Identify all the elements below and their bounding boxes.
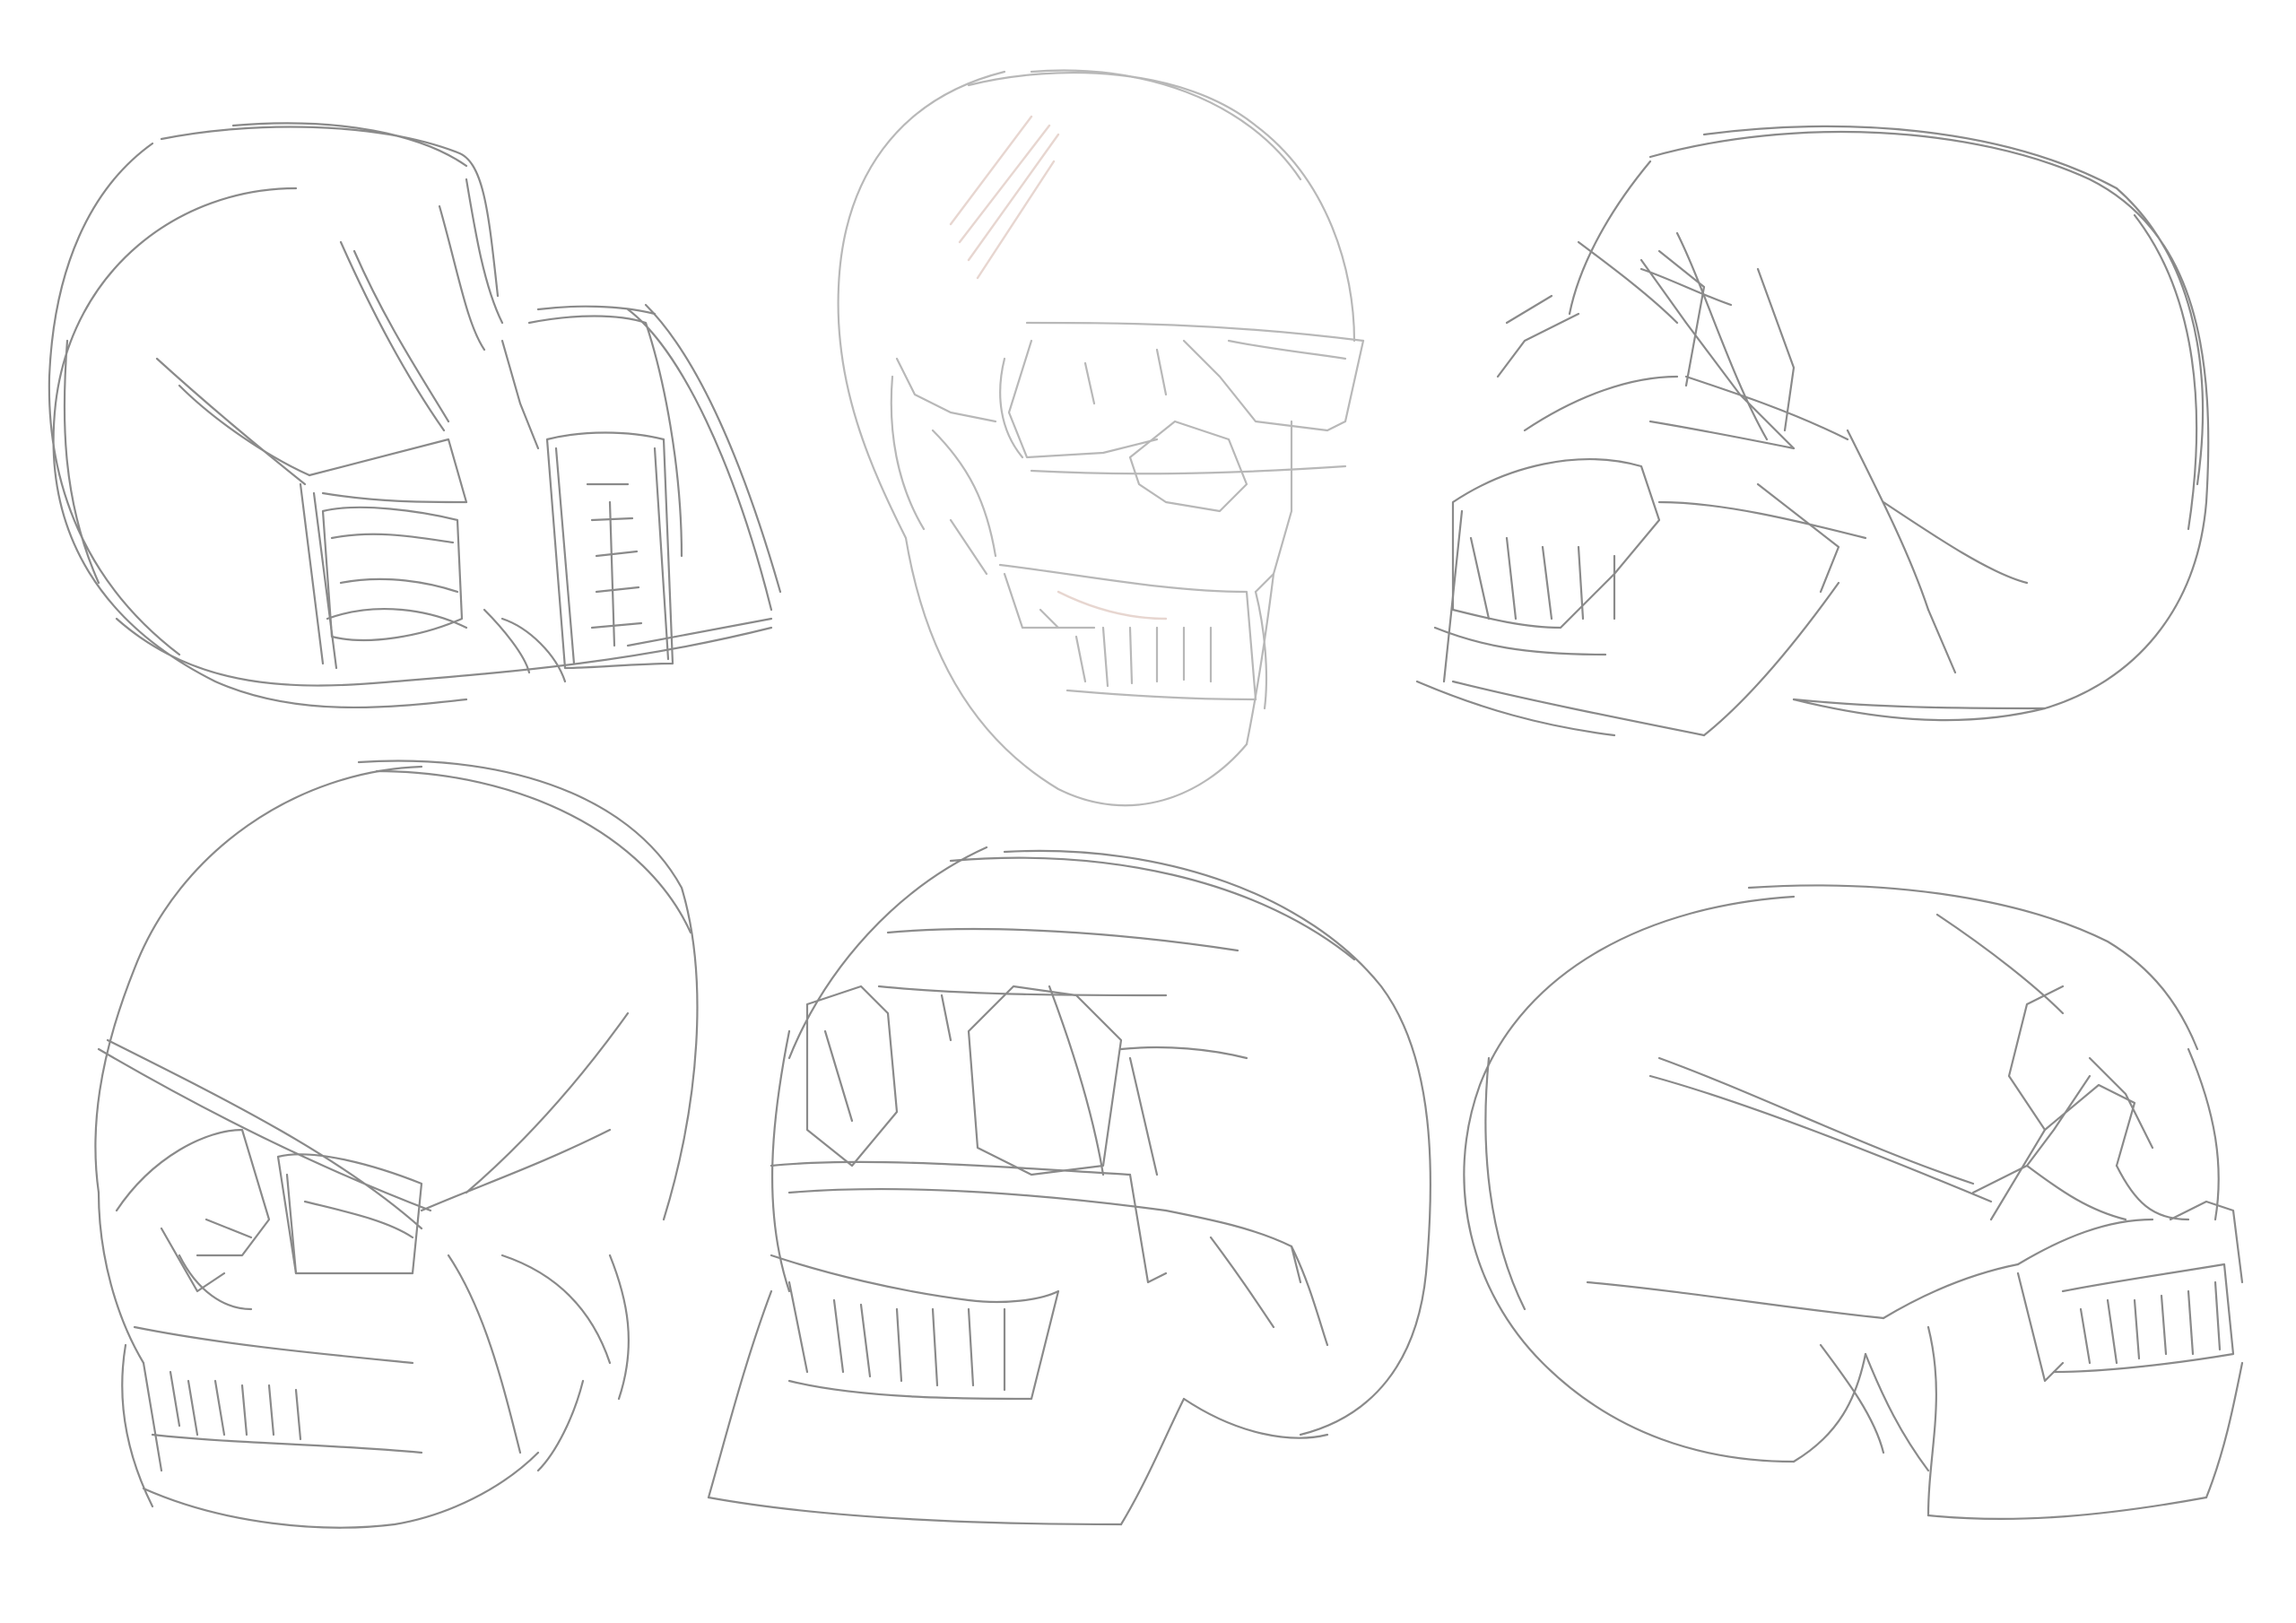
drawing-canvas (0, 0, 2296, 1623)
paper-background (0, 0, 2296, 1623)
skull-sketch-sheet (0, 0, 2296, 1623)
